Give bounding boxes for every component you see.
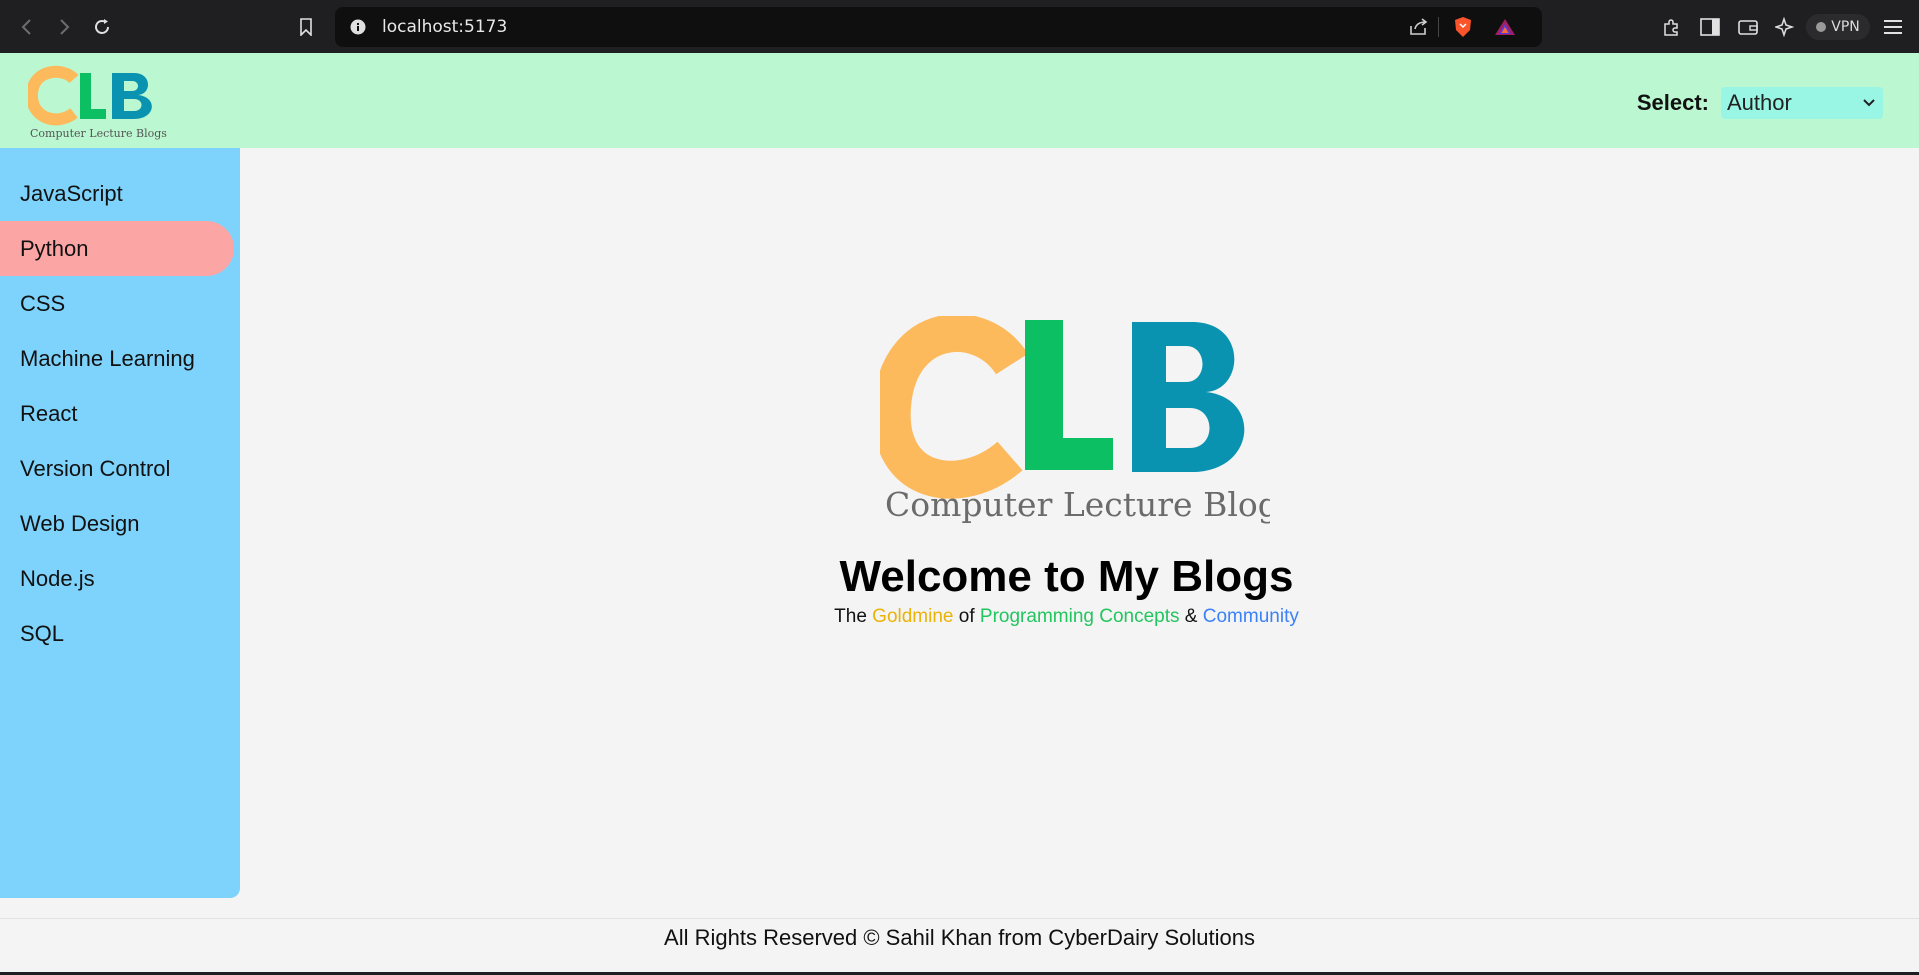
divider [1438,17,1439,37]
reload-icon[interactable] [89,14,115,40]
hero-logo-subtitle: Computer Lecture Blogs [885,485,1270,524]
brave-rewards-icon[interactable] [1492,14,1518,40]
logo-l-foot [80,109,106,119]
chevron-down-icon [1863,87,1875,119]
footer: All Rights Reserved © Sahil Khan from Cy… [0,918,1919,972]
tagline: The Goldmine of Programming Concepts & C… [240,606,1893,628]
vpn-status-icon [1816,22,1827,32]
tagline-of: of [958,606,975,627]
hero-logo: Computer Lecture Blogs [872,314,1296,526]
wallet-icon[interactable] [1735,14,1761,40]
welcome-heading: Welcome to My Blogs [839,552,1294,601]
main-content: Computer Lecture Blogs Welcome to My Blo… [240,148,1919,918]
site-header: Computer Lecture Blogs Select: Author [0,53,1919,148]
sidebar-toggle-icon[interactable] [1697,14,1723,40]
logo-b-shape [112,73,152,119]
tagline-the: The [834,606,867,627]
author-select-group: Select: Author [1637,87,1883,119]
sidebar-item-javascript[interactable]: JavaScript [0,166,234,221]
header-logo[interactable]: Computer Lecture Blogs [25,61,168,141]
sidebar-item-css[interactable]: CSS [0,276,234,331]
hero-logo-l-foot [1025,438,1113,470]
share-icon[interactable] [1406,14,1432,40]
menu-icon[interactable] [1880,14,1906,40]
address-bar[interactable]: localhost:5173 [335,7,1542,47]
sidebar-item-version-control[interactable]: Version Control [0,441,234,496]
sidebar-item-sql[interactable]: SQL [0,606,234,661]
extensions-icon[interactable] [1659,14,1685,40]
hero-logo-c [872,314,1028,499]
logo-c-shape [25,65,79,126]
leo-ai-icon[interactable] [1772,14,1798,40]
sidebar-item-nodejs[interactable]: Node.js [0,551,234,606]
author-select[interactable]: Author [1721,87,1883,119]
footer-copyright: All Rights Reserved © Sahil Khan from Cy… [664,925,1255,950]
tagline-amp: & [1184,606,1198,627]
forward-icon[interactable] [51,14,77,40]
tagline-goldmine: Goldmine [872,606,954,627]
tagline-concepts: Programming Concepts [979,606,1180,627]
sidebar-item-react[interactable]: React [0,386,234,441]
hero-logo-b [1132,322,1245,472]
sidebar: JavaScript Python CSS Machine Learning R… [0,148,240,898]
vpn-label: VPN [1831,19,1860,35]
sidebar-item-web-design[interactable]: Web Design [0,496,234,551]
select-label: Select: [1636,90,1709,115]
back-icon[interactable] [14,14,40,40]
sidebar-item-python[interactable]: Python [0,221,234,276]
url-text[interactable]: localhost:5173 [382,7,507,47]
browser-toolbar: localhost:5173 VPN [0,0,1919,53]
brave-shield-icon[interactable] [1450,14,1476,40]
sidebar-item-machine-learning[interactable]: Machine Learning [0,331,234,386]
header-logo-subtitle: Computer Lecture Blogs [30,127,167,140]
tagline-community: Community [1202,606,1299,627]
author-select-value: Author [1727,90,1792,115]
vpn-button[interactable]: VPN [1806,14,1870,40]
site-info-icon[interactable] [345,14,371,40]
bookmark-icon[interactable] [293,14,319,40]
